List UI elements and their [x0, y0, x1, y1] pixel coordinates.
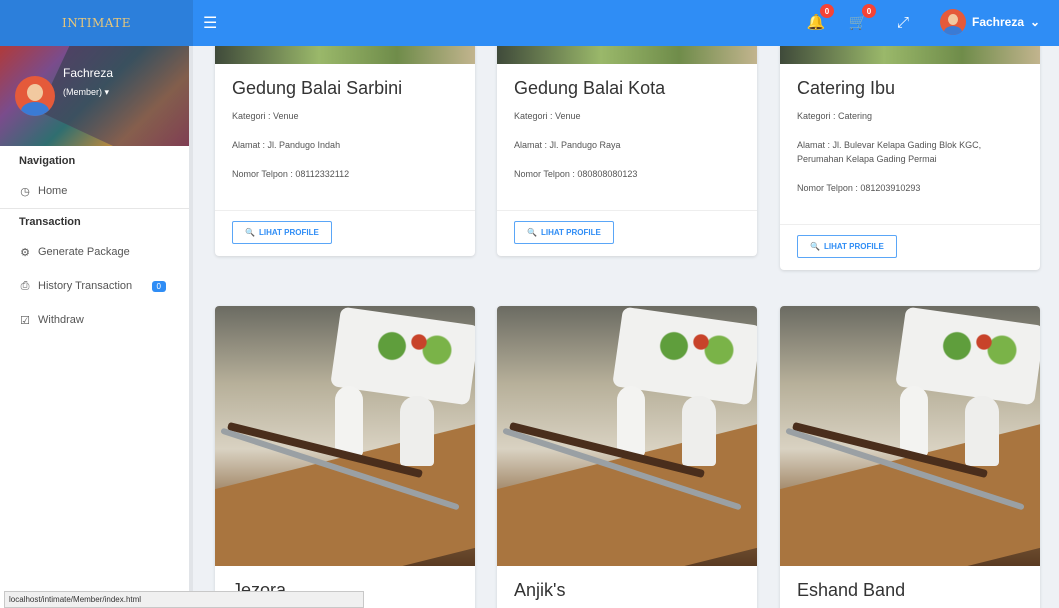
button-label: LIHAT PROFILE	[823, 242, 884, 251]
card-telpon: Nomor Telpon : 08112332112	[232, 169, 350, 179]
card-image	[215, 306, 475, 566]
vendor-card: Anjik's	[497, 306, 757, 608]
search-icon: 🔍	[245, 228, 255, 237]
profile-role: (Member)	[63, 87, 103, 97]
search-icon: 🔍	[527, 228, 537, 237]
sidebar-item-withdraw[interactable]: ☑ Withdraw	[0, 303, 189, 337]
button-label: LIHAT PROFILE	[258, 228, 319, 237]
main-content: Gedung Balai Sarbini Kategori : Venue Al…	[197, 46, 1059, 608]
card-image	[215, 46, 475, 64]
brand-logo[interactable]: INTIMATE	[0, 0, 193, 46]
section-navigation: Navigation	[19, 155, 76, 167]
sidebar-item-label: Withdraw	[38, 314, 84, 326]
card-telpon: Nomor Telpon : 081203910293	[797, 183, 921, 193]
cart-icon[interactable]: 🛒 0	[848, 4, 876, 32]
card-alamat: Alamat : Jl. Pandugo Indah	[232, 140, 341, 150]
card-kategori: Kategori : Catering	[797, 111, 873, 121]
lihat-profile-button[interactable]: 🔍 LIHAT PROFILE	[232, 221, 332, 244]
sidebar-item-label: History Transaction	[38, 280, 133, 292]
avatar	[940, 9, 966, 35]
fullscreen-icon[interactable]: ⤢	[893, 12, 913, 32]
bell-icon[interactable]: 🔔 0	[806, 4, 834, 32]
user-menu[interactable]: Fachreza ⌄	[940, 9, 1040, 35]
card-kategori: Kategori : Venue	[232, 111, 299, 121]
profile-avatar	[15, 76, 55, 116]
chevron-down-icon: ⌄	[1030, 15, 1041, 29]
vendor-card: Gedung Balai Kota Kategori : Venue Alama…	[497, 46, 757, 256]
profile-role-dropdown[interactable]: (Member) ▾	[63, 87, 109, 98]
button-label: LIHAT PROFILE	[540, 228, 601, 237]
lihat-profile-button[interactable]: 🔍 LIHAT PROFILE	[797, 235, 897, 258]
caret-down-icon: ▾	[104, 87, 110, 97]
history-count-badge: 0	[151, 280, 166, 292]
cart-badge: 0	[862, 4, 876, 18]
user-menu-name: Fachreza	[972, 15, 1025, 29]
card-title: Gedung Balai Kota	[514, 78, 666, 98]
card-telpon: Nomor Telpon : 080808080123	[514, 169, 638, 179]
profile-name: Fachreza	[63, 66, 114, 80]
browser-status-bar: localhost/intimate/Member/index.html	[4, 591, 364, 608]
card-kategori: Kategori : Venue	[514, 111, 581, 121]
card-alamat: Alamat : Jl. Bulevar Kelapa Gading Blok …	[797, 140, 982, 164]
card-title: Anjik's	[514, 580, 566, 600]
vendor-card: Eshand Band	[780, 306, 1040, 608]
sidebar-profile: Fachreza (Member) ▾	[0, 46, 189, 146]
vendor-card: Gedung Balai Sarbini Kategori : Venue Al…	[215, 46, 475, 256]
vendor-card: Jezora	[215, 306, 475, 608]
vendor-card: Catering Ibu Kategori : Catering Alamat …	[780, 46, 1040, 270]
sidebar-item-history-transaction[interactable]: ⎙ History Transaction 0	[0, 269, 189, 303]
card-image	[497, 46, 757, 64]
sidebar-item-home[interactable]: ◷ Home	[0, 174, 189, 208]
sidebar: Fachreza (Member) ▾ Navigation ◷ Home Tr…	[0, 46, 193, 608]
top-navbar: INTIMATE ☰ 🔔 0 🛒 0 ⤢ Fachreza ⌄	[0, 0, 1059, 46]
card-image	[780, 46, 1040, 64]
section-transaction: Transaction	[19, 216, 81, 228]
gears-icon: ⚙	[20, 246, 30, 259]
card-title: Catering Ibu	[797, 78, 896, 98]
card-image	[497, 306, 757, 566]
notification-badge: 0	[820, 4, 834, 18]
sidebar-item-label: Home	[38, 185, 68, 197]
sidebar-item-label: Generate Package	[38, 246, 130, 258]
card-title: Gedung Balai Sarbini	[232, 78, 403, 98]
lihat-profile-button[interactable]: 🔍 LIHAT PROFILE	[514, 221, 614, 244]
hamburger-menu-icon[interactable]: ☰	[203, 13, 217, 33]
history-icon: ⎙	[20, 279, 30, 292]
bank-icon: ☑	[20, 314, 30, 327]
sidebar-item-generate-package[interactable]: ⚙ Generate Package	[0, 235, 189, 269]
clock-icon: ◷	[20, 185, 30, 198]
card-title: Eshand Band	[797, 580, 906, 600]
search-icon: 🔍	[810, 242, 820, 251]
brand-text: INTIMATE	[61, 16, 132, 30]
card-image	[780, 306, 1040, 566]
card-alamat: Alamat : Jl. Pandugo Raya	[514, 140, 621, 150]
